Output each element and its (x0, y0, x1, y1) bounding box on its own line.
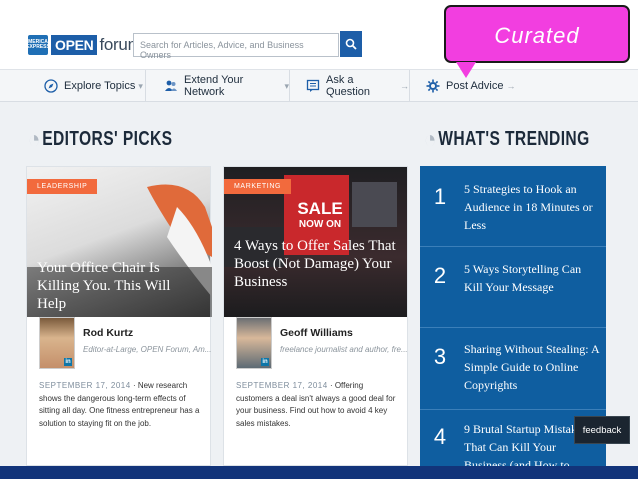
article-card[interactable]: SALE NOW ON MARKETING 4 Ways to Offer Sa… (223, 166, 408, 466)
amex-logo-icon: AMERICAN EXPRESS (25, 35, 51, 55)
trending-title[interactable]: 5 Ways Storytelling Can Kill Your Messag… (464, 260, 600, 296)
linkedin-icon[interactable]: in (64, 358, 72, 366)
editors-picks-title: EDITORS' PICKS (42, 128, 173, 150)
trending-rank: 3 (433, 344, 447, 369)
nav-ask-question[interactable]: Ask a Question → (290, 70, 410, 102)
nav-label: Post Advice (446, 80, 504, 92)
author-name[interactable]: Rod Kurtz (83, 327, 133, 339)
trending-title[interactable]: Sharing Without Stealing: A Simple Guide… (464, 340, 600, 394)
avatar[interactable]: in (39, 317, 75, 369)
curated-callout: Curated (444, 5, 630, 63)
compass-icon (44, 79, 58, 93)
trending-rank: 4 (433, 424, 447, 449)
trending-item[interactable]: 1 5 Strategies to Hook an Audience in 18… (420, 166, 606, 246)
chat-icon (306, 79, 320, 93)
author-name[interactable]: Geoff Williams (280, 327, 353, 339)
people-icon (164, 79, 178, 93)
category-tag[interactable]: LEADERSHIP (27, 179, 98, 194)
author-role: Editor-at-Large, OPEN Forum, Am... (83, 345, 212, 354)
feedback-button[interactable]: feedback (574, 416, 630, 444)
arrow-right-icon: → (400, 81, 409, 91)
linkedin-icon[interactable]: in (261, 358, 269, 366)
heading-decoration-icon: ◔ (424, 124, 437, 154)
nav-label: Ask a Question (326, 74, 371, 98)
main-nav: Explore Topics ▾ Extend Your Network ▾ A… (0, 70, 638, 102)
open-forum-logo[interactable]: AMERICAN EXPRESS OPEN forum (25, 33, 142, 57)
trending-rank: 1 (433, 184, 447, 209)
search-icon (345, 38, 357, 50)
author-role: freelance journalist and author, fre... (280, 345, 408, 354)
now-on-word: NOW ON (298, 219, 342, 230)
article-date: SEPTEMBER 17, 2014 (39, 381, 131, 390)
callout-text: Curated (494, 23, 580, 48)
trending-heading: ◔ WHAT'S TRENDING (424, 124, 590, 155)
article-date: SEPTEMBER 17, 2014 (236, 381, 328, 390)
search-input[interactable]: Search for Articles, Advice, and Busines… (133, 33, 339, 60)
gear-icon (426, 79, 440, 93)
article-title[interactable]: 4 Ways to Offer Sales That Boost (Not Da… (234, 237, 399, 291)
logo-open-text: OPEN (51, 35, 98, 55)
bottom-band (0, 466, 638, 479)
trending-item[interactable]: 3 Sharing Without Stealing: A Simple Gui… (420, 328, 606, 408)
nav-explore-topics[interactable]: Explore Topics ▾ (30, 70, 146, 102)
trending-title[interactable]: 5 Strategies to Hook an Audience in 18 M… (464, 180, 600, 234)
nav-label: Extend Your Network (184, 74, 244, 98)
sale-word: SALE (297, 199, 343, 218)
nav-label: Explore Topics (64, 80, 136, 92)
chevron-down-icon: ▾ (138, 80, 143, 91)
article-title[interactable]: Your Office Chair Is Killing You. This W… (37, 259, 202, 313)
nav-extend-network[interactable]: Extend Your Network ▾ (146, 70, 290, 102)
heading-decoration-icon: ◔ (28, 124, 41, 154)
article-card[interactable]: LEADERSHIP Your Office Chair Is Killing … (26, 166, 212, 466)
article-blurb: SEPTEMBER 17, 2014 · Offering customers … (236, 380, 399, 430)
author-block: in Geoff Williams freelance journalist a… (236, 317, 408, 373)
trending-title: WHAT'S TRENDING (438, 128, 590, 150)
trending-item[interactable]: 2 5 Ways Storytelling Can Kill Your Mess… (420, 247, 606, 327)
author-block: in Rod Kurtz Editor-at-Large, OPEN Forum… (39, 317, 211, 373)
search-button[interactable] (340, 31, 362, 57)
article-blurb: SEPTEMBER 17, 2014 · New research shows … (39, 380, 202, 430)
sale-sign-text: SALE NOW ON (292, 199, 348, 233)
chevron-down-icon: ▾ (284, 80, 289, 91)
callout-pointer (456, 62, 476, 78)
arrow-right-icon: → (506, 81, 516, 91)
editors-picks-heading: ◔ EDITORS' PICKS (28, 124, 172, 155)
avatar[interactable]: in (236, 317, 272, 369)
trending-rank: 2 (433, 263, 447, 288)
category-tag[interactable]: MARKETING (224, 179, 292, 194)
